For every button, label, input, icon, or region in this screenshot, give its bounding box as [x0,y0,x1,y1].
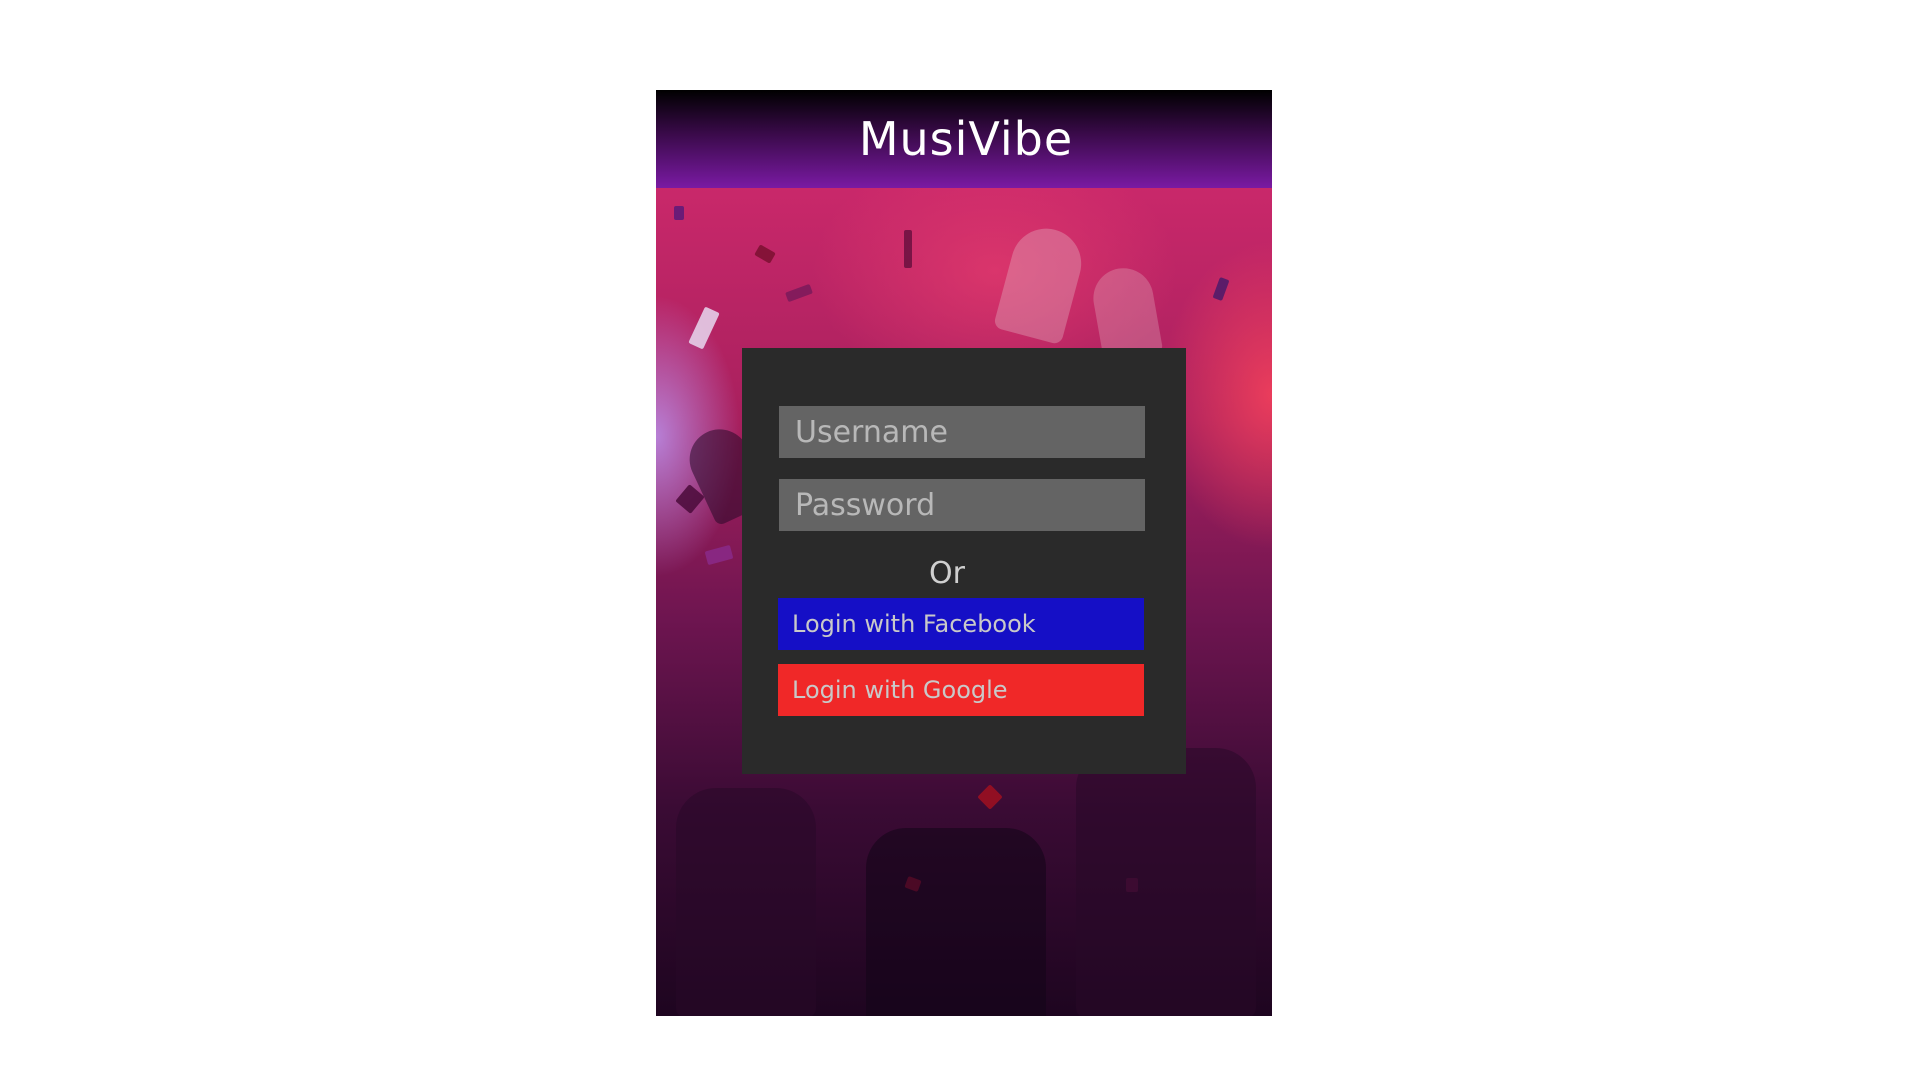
crowd-hand [676,788,816,1016]
facebook-button-label: Login with Facebook [792,610,1036,638]
app-title: MusiVibe [858,112,1074,166]
confetti [977,784,1003,810]
crowd-hand [1076,748,1256,1016]
google-button-label: Login with Google [792,676,1008,704]
login-with-google-button[interactable]: Login with Google [778,664,1144,716]
password-input[interactable] [779,479,1145,531]
app-header: MusiVibe [656,90,1272,188]
confetti [1212,276,1230,302]
app-window: MusiVibe Or Login with Facebook Login wi… [656,90,1272,1016]
username-input[interactable] [779,406,1145,458]
confetti [688,306,720,350]
crowd-hand [992,220,1090,346]
crowd-hand [866,828,1046,1016]
confetti [754,244,776,264]
confetti [785,283,813,303]
confetti [704,544,734,566]
or-divider-label: Or [929,556,965,591]
confetti [904,230,912,268]
login-card: Or Login with Facebook Login with Google [742,348,1186,774]
confetti [674,206,684,220]
login-with-facebook-button[interactable]: Login with Facebook [778,598,1144,650]
